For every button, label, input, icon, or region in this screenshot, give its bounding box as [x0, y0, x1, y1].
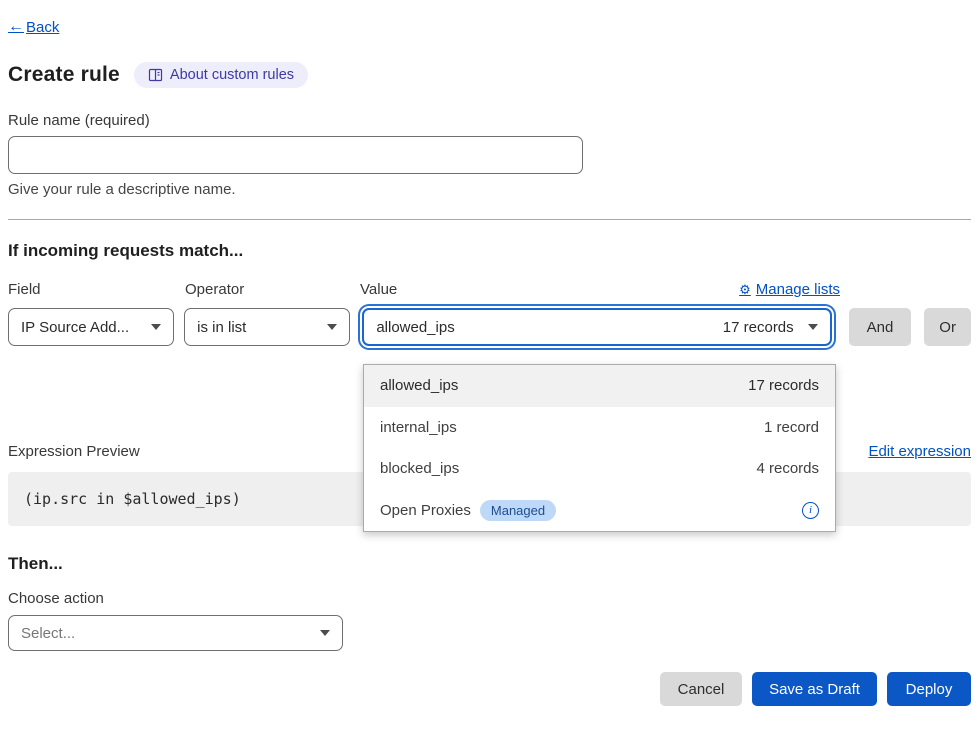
about-badge-label: About custom rules [170, 67, 294, 83]
rule-name-label: Rule name (required) [8, 112, 971, 129]
manage-lists-label: Manage lists [756, 281, 840, 298]
choose-action-label: Choose action [8, 590, 971, 607]
list-item-name: Open Proxies [380, 502, 471, 519]
action-select-placeholder: Select... [21, 625, 75, 642]
action-select[interactable]: Select... [8, 615, 343, 651]
operator-select[interactable]: is in list [184, 308, 350, 346]
list-item-count: 17 records [748, 377, 819, 394]
cancel-button[interactable]: Cancel [660, 672, 742, 706]
expression-code: (ip.src in $allowed_ips) [24, 490, 241, 508]
page-title: Create rule [8, 63, 120, 87]
or-button[interactable]: Or [924, 308, 971, 346]
list-item-name: allowed_ips [380, 377, 458, 394]
chevron-down-icon [320, 630, 330, 636]
save-as-draft-button[interactable]: Save as Draft [752, 672, 877, 706]
condition-controls-row: IP Source Add... is in list allowed_ips … [8, 308, 971, 346]
field-label: Field [8, 281, 175, 298]
match-section-heading: If incoming requests match... [8, 241, 971, 261]
book-icon [148, 68, 163, 82]
manage-lists-link[interactable]: ⚙ Manage lists [739, 281, 840, 298]
rule-name-input[interactable] [8, 136, 583, 174]
gear-icon: ⚙ [739, 282, 751, 298]
list-item-blocked-ips[interactable]: blocked_ips 4 records [364, 448, 835, 490]
value-label: Value [360, 281, 397, 298]
value-records-count: 17 records [723, 319, 794, 336]
about-custom-rules-badge[interactable]: About custom rules [134, 62, 308, 88]
list-item-name: internal_ips [380, 419, 457, 436]
operator-label: Operator [185, 281, 352, 298]
field-select-value: IP Source Add... [21, 319, 129, 336]
back-link[interactable]: ←Back [8, 18, 59, 36]
title-row: Create rule About custom rules [8, 62, 971, 88]
back-arrow-icon: ← [8, 18, 24, 36]
create-rule-page: ←Back Create rule About custom rules Rul… [0, 0, 979, 706]
list-item-allowed-ips[interactable]: allowed_ips 17 records [364, 365, 835, 407]
list-item-open-proxies[interactable]: Open Proxies Managed i [364, 490, 835, 532]
then-section-heading: Then... [8, 554, 971, 574]
operator-select-value: is in list [197, 319, 246, 336]
value-dropdown-panel: allowed_ips 17 records internal_ips 1 re… [363, 364, 836, 532]
rule-name-helper: Give your rule a descriptive name. [8, 181, 971, 198]
list-item-count: 4 records [756, 460, 819, 477]
back-link-label: Back [26, 19, 59, 36]
value-combobox[interactable]: allowed_ips 17 records [362, 308, 831, 346]
chevron-down-icon [151, 324, 161, 330]
chevron-down-icon [808, 324, 818, 330]
field-select[interactable]: IP Source Add... [8, 308, 174, 346]
and-button[interactable]: And [849, 308, 912, 346]
section-divider [8, 219, 971, 220]
edit-expression-link[interactable]: Edit expression [868, 443, 971, 460]
list-item-count: 1 record [764, 419, 819, 436]
list-item-name: blocked_ips [380, 460, 459, 477]
info-icon[interactable]: i [802, 502, 819, 519]
expression-preview-label: Expression Preview [8, 443, 140, 460]
value-combobox-selected: allowed_ips [376, 319, 454, 336]
list-item-internal-ips[interactable]: internal_ips 1 record [364, 407, 835, 449]
chevron-down-icon [327, 324, 337, 330]
managed-badge: Managed [480, 500, 556, 521]
condition-labels-row: Field Operator Value ⚙ Manage lists [8, 281, 971, 298]
deploy-button[interactable]: Deploy [887, 672, 971, 706]
footer-actions: Cancel Save as Draft Deploy [8, 672, 971, 706]
